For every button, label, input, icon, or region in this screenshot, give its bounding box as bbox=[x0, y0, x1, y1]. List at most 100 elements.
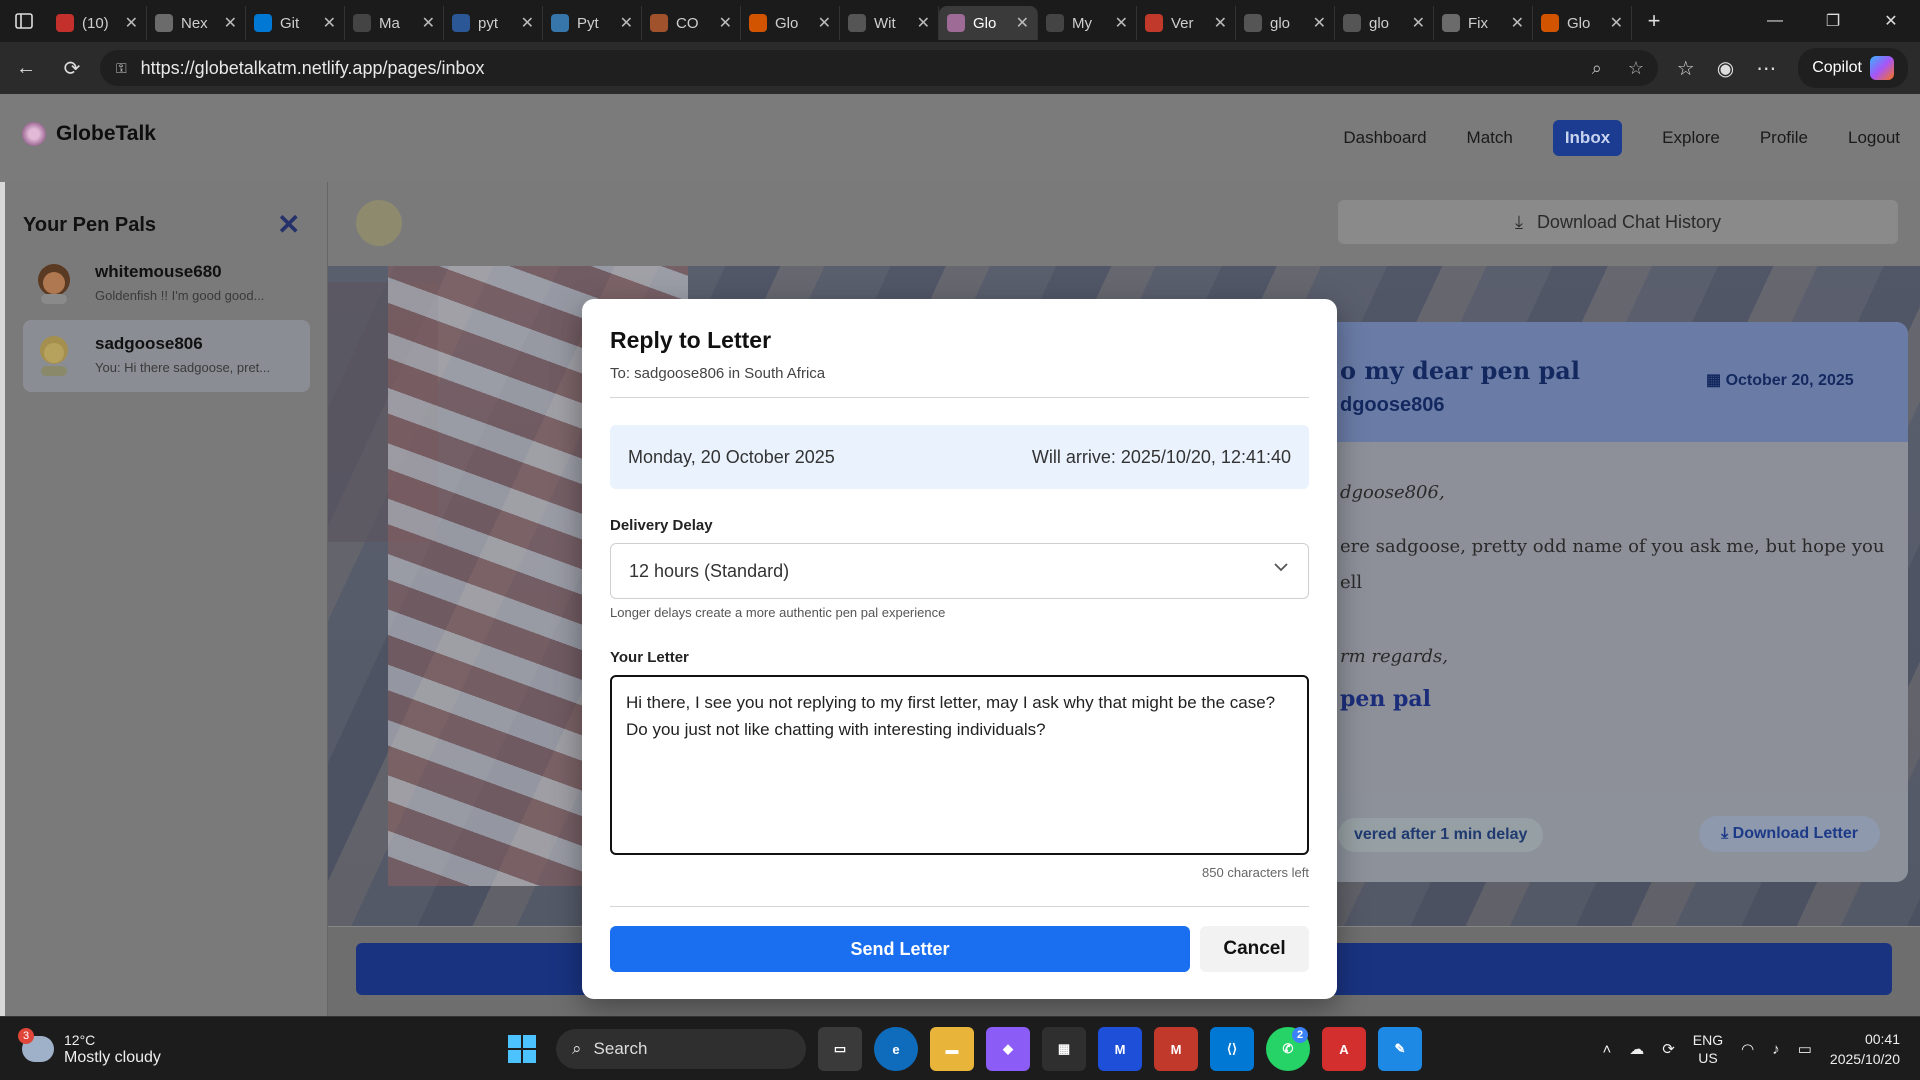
pal-item-whitemouse680[interactable]: whitemouse680 Goldenfish !! I'm good goo… bbox=[23, 248, 310, 320]
tab-close-icon[interactable]: ✕ bbox=[719, 13, 732, 33]
tab-close-icon[interactable]: ✕ bbox=[1115, 13, 1128, 33]
close-sidebar-icon[interactable]: ✕ bbox=[277, 208, 300, 241]
nav-explore[interactable]: Explore bbox=[1642, 120, 1740, 156]
chevron-up-icon[interactable]: ˄ bbox=[1602, 1041, 1611, 1058]
browser-tab[interactable]: pyt ✕ bbox=[444, 6, 543, 40]
tab-favicon-icon bbox=[551, 14, 569, 32]
copilot-app-icon[interactable]: ◆ bbox=[986, 1027, 1030, 1071]
tab-actions-icon[interactable] bbox=[0, 0, 48, 42]
more-icon[interactable]: ⋯ bbox=[1756, 56, 1776, 81]
nav-logout[interactable]: Logout bbox=[1828, 120, 1920, 156]
browser-tab[interactable]: My ✕ bbox=[1038, 6, 1137, 40]
store-icon[interactable]: ▦ bbox=[1042, 1027, 1086, 1071]
file-explorer-icon[interactable]: ▬ bbox=[930, 1027, 974, 1071]
tab-close-icon[interactable]: ✕ bbox=[1610, 13, 1623, 33]
whatsapp-icon[interactable]: ✆ 2 bbox=[1266, 1027, 1310, 1071]
cancel-button[interactable]: Cancel bbox=[1200, 926, 1309, 972]
url-field[interactable]: ⚿ https://globetalkatm.netlify.app/pages… bbox=[100, 50, 1658, 86]
favorite-star-icon[interactable]: ☆ bbox=[1628, 58, 1644, 79]
tab-close-icon[interactable]: ✕ bbox=[521, 13, 534, 33]
browser-tab[interactable]: Fix ✕ bbox=[1434, 6, 1533, 40]
windows-start-icon[interactable] bbox=[500, 1027, 544, 1071]
tab-close-icon[interactable]: ✕ bbox=[818, 13, 831, 33]
acrobat-icon[interactable]: A bbox=[1322, 1027, 1366, 1071]
browser-tab[interactable]: Git ✕ bbox=[246, 6, 345, 40]
browser-tab[interactable]: Wit ✕ bbox=[840, 6, 939, 40]
browser-tab[interactable]: Glo ✕ bbox=[1533, 6, 1632, 40]
browser-tab[interactable]: Nex ✕ bbox=[147, 6, 246, 40]
weather-widget[interactable]: 3 12°C Mostly cloudy bbox=[18, 1028, 161, 1067]
download-letter-button[interactable]: ⤓ Download Letter bbox=[1699, 816, 1880, 852]
avatar bbox=[40, 336, 68, 376]
paint-icon[interactable]: ✎ bbox=[1378, 1027, 1422, 1071]
back-icon[interactable]: ← bbox=[6, 48, 46, 88]
tab-close-icon[interactable]: ✕ bbox=[917, 13, 930, 33]
favorites-icon[interactable]: ☆ bbox=[1677, 56, 1695, 81]
send-letter-button[interactable]: Send Letter bbox=[610, 926, 1190, 972]
tab-label: Ver bbox=[1171, 14, 1194, 32]
refresh-icon[interactable]: ⟳ bbox=[52, 48, 92, 88]
battery-icon[interactable]: ▭ bbox=[1798, 1040, 1812, 1058]
download-letter-label: Download Letter bbox=[1732, 825, 1858, 842]
site-info-icon[interactable]: ⚿ bbox=[116, 60, 127, 77]
profile-icon[interactable]: ◉ bbox=[1717, 56, 1734, 81]
app-icon[interactable]: M bbox=[1098, 1027, 1142, 1071]
app-logo[interactable]: GlobeTalk bbox=[22, 122, 156, 146]
delivery-info: Monday, 20 October 2025 Will arrive: 202… bbox=[610, 425, 1309, 489]
tab-close-icon[interactable]: ✕ bbox=[1313, 13, 1326, 33]
tab-favicon-icon bbox=[947, 14, 965, 32]
close-window-icon[interactable]: ✕ bbox=[1862, 0, 1920, 42]
browser-tab[interactable]: glo ✕ bbox=[1335, 6, 1434, 40]
nav-dashboard[interactable]: Dashboard bbox=[1323, 120, 1446, 156]
clock[interactable]: 00:41 2025/10/20 bbox=[1830, 1029, 1900, 1069]
copilot-label: Copilot bbox=[1812, 59, 1862, 76]
current-date: Monday, 20 October 2025 bbox=[628, 447, 835, 467]
pal-item-sadgoose806[interactable]: sadgoose806 You: Hi there sadgoose, pret… bbox=[23, 320, 310, 392]
vscode-icon[interactable]: ⟨⟩ bbox=[1210, 1027, 1254, 1071]
restore-icon[interactable]: ❐ bbox=[1804, 0, 1862, 42]
letter-textarea[interactable]: Hi there, I see you not replying to my f… bbox=[610, 675, 1309, 855]
mcafee-icon[interactable]: M bbox=[1154, 1027, 1198, 1071]
browser-tab[interactable]: Glo ✕ bbox=[741, 6, 840, 40]
whatsapp-badge: 2 bbox=[1292, 1027, 1308, 1043]
tab-close-icon[interactable]: ✕ bbox=[224, 13, 237, 33]
nav-inbox[interactable]: Inbox bbox=[1552, 120, 1623, 156]
delivery-delay-select[interactable]: 12 hours (Standard) bbox=[610, 543, 1309, 599]
taskbar-search[interactable]: ⌕ Search bbox=[556, 1029, 806, 1069]
tab-close-icon[interactable]: ✕ bbox=[620, 13, 633, 33]
browser-tab[interactable]: CO ✕ bbox=[642, 6, 741, 40]
browser-tab[interactable]: Glo ✕ bbox=[939, 6, 1038, 40]
tab-label: glo bbox=[1369, 14, 1390, 32]
edge-icon[interactable]: e bbox=[874, 1027, 918, 1071]
minimize-icon[interactable]: — bbox=[1746, 0, 1804, 42]
sync-icon[interactable]: ⟳ bbox=[1662, 1040, 1675, 1058]
new-tab-button[interactable]: + bbox=[1632, 8, 1676, 34]
zoom-icon[interactable]: ⌕ bbox=[1592, 58, 1602, 79]
language-indicator[interactable]: ENG US bbox=[1693, 1031, 1723, 1067]
browser-tab[interactable]: Pyt ✕ bbox=[543, 6, 642, 40]
tab-close-icon[interactable]: ✕ bbox=[125, 13, 138, 33]
nav-profile[interactable]: Profile bbox=[1740, 120, 1828, 156]
cloud-icon: 3 bbox=[18, 1028, 54, 1062]
characters-left: 850 characters left bbox=[1202, 865, 1309, 880]
download-chat-button[interactable]: ⤓ Download Chat History bbox=[1338, 200, 1898, 244]
sidebar-title: Your Pen Pals bbox=[23, 214, 157, 236]
browser-tab[interactable]: Ma ✕ bbox=[345, 6, 444, 40]
tab-close-icon[interactable]: ✕ bbox=[422, 13, 435, 33]
browser-tab[interactable]: Ver ✕ bbox=[1137, 6, 1236, 40]
tab-close-icon[interactable]: ✕ bbox=[1214, 13, 1227, 33]
browser-tab[interactable]: glo ✕ bbox=[1236, 6, 1335, 40]
tab-label: Glo bbox=[1567, 14, 1591, 32]
onedrive-icon[interactable]: ☁ bbox=[1629, 1040, 1644, 1058]
tab-close-icon[interactable]: ✕ bbox=[1511, 13, 1524, 33]
wifi-icon[interactable]: ◠ bbox=[1741, 1040, 1754, 1058]
browser-tab[interactable]: (10) ✕ bbox=[48, 6, 147, 40]
tab-close-icon[interactable]: ✕ bbox=[1016, 13, 1029, 33]
nav-match[interactable]: Match bbox=[1447, 120, 1533, 156]
volume-icon[interactable]: ♪ bbox=[1772, 1041, 1780, 1058]
tab-close-icon[interactable]: ✕ bbox=[1412, 13, 1425, 33]
tab-close-icon[interactable]: ✕ bbox=[323, 13, 336, 33]
copilot-button[interactable]: Copilot bbox=[1798, 48, 1908, 88]
task-view-icon[interactable]: ▭ bbox=[818, 1027, 862, 1071]
tab-favicon-icon bbox=[650, 14, 668, 32]
